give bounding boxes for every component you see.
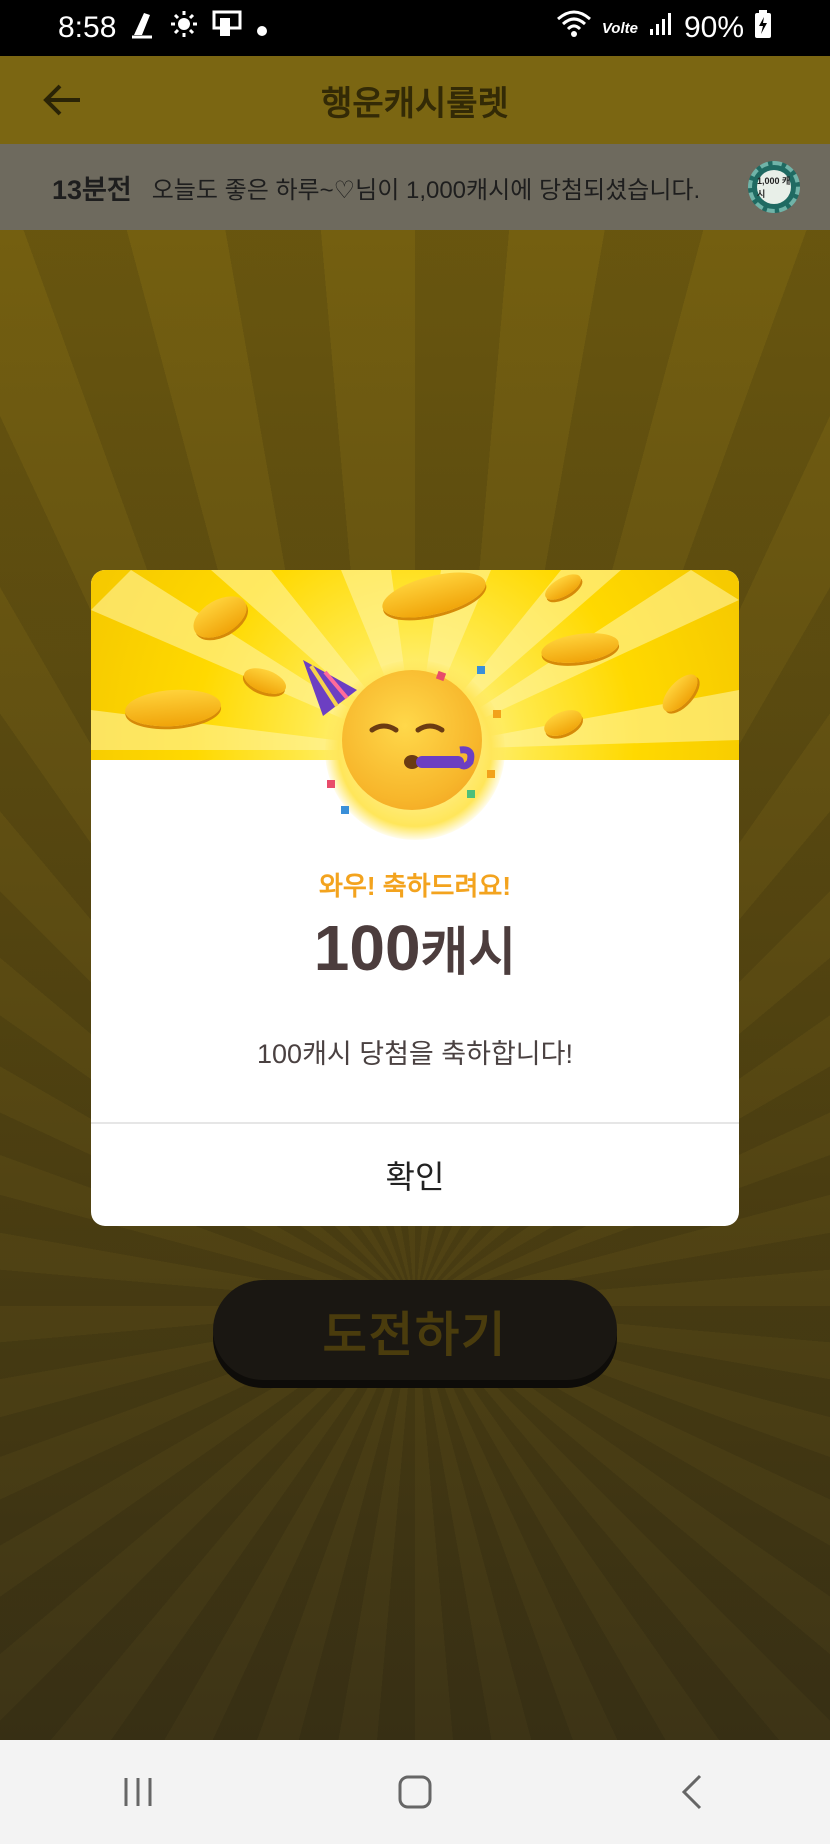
status-left: 8:58 <box>58 9 268 47</box>
prize-number: 100 <box>313 912 421 984</box>
prize-amount: 100캐시 <box>91 910 739 985</box>
win-dialog: 와우! 축하드려요! 100캐시 100캐시 당첨을 축하합니다! 확인 <box>91 570 739 1226</box>
back-nav-icon[interactable] <box>652 1762 732 1822</box>
battery-percent: 90% <box>683 11 744 44</box>
brightness-icon <box>170 10 198 46</box>
battery-charging-icon <box>754 9 772 47</box>
challenge-button[interactable]: 도전하기 <box>213 1280 617 1380</box>
ticker-message: 오늘도 좋은 하루~♡님이 1,000캐시에 당첨되셨습니다. <box>151 176 701 204</box>
home-icon[interactable] <box>375 1762 455 1822</box>
system-nav-bar <box>0 1740 830 1844</box>
coin-label: 1,000 캐시 <box>757 170 791 204</box>
winner-ticker: 13분전 오늘도 좋은 하루~♡님이 1,000캐시에 당첨되셨습니다. 1,0… <box>0 144 830 230</box>
network-label: Volte <box>601 19 638 37</box>
back-arrow-icon[interactable] <box>40 78 84 122</box>
ticker-time: 13분전 <box>52 174 132 205</box>
signal-icon <box>648 11 674 45</box>
status-bar: 8:58 Volte 90% <box>0 0 830 56</box>
screen-mirror-icon <box>212 10 242 46</box>
confetti-icon <box>327 666 501 814</box>
confirm-button[interactable]: 확인 <box>91 1124 739 1226</box>
coin-icon: 1,000 캐시 <box>748 161 800 213</box>
status-right: Volte 90% <box>556 9 772 47</box>
dot-icon <box>256 11 268 45</box>
notification-icon <box>130 9 156 47</box>
wifi-icon <box>556 9 592 47</box>
status-time: 8:58 <box>58 11 117 44</box>
prize-unit: 캐시 <box>420 924 517 982</box>
app-header: 행운캐시룰렛 <box>0 56 830 144</box>
prize-message: 100캐시 당첨을 축하합니다! <box>257 1039 573 1069</box>
page-title: 행운캐시룰렛 <box>321 84 509 123</box>
congrats-text: 와우! 축하드려요! <box>319 871 511 901</box>
recent-apps-icon[interactable] <box>98 1762 178 1822</box>
